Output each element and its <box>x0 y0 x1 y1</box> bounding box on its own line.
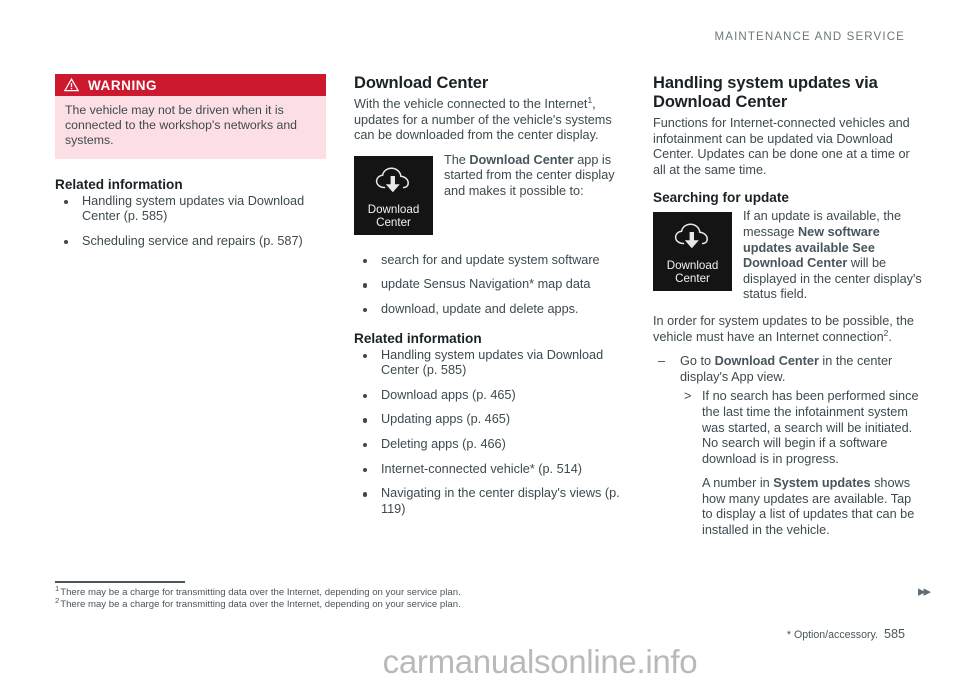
footnotes-block: 1There may be a charge for transmitting … <box>55 581 655 612</box>
warning-title: WARNING <box>88 77 158 93</box>
warning-triangle-icon <box>64 78 79 92</box>
download-center-app-tile-right[interactable]: Download Center <box>653 212 732 292</box>
figure-text-emphasis: Download Center <box>469 152 574 167</box>
download-center-intro: With the vehicle connected to the Intern… <box>354 96 625 144</box>
capabilities-list: search for and update system software up… <box>354 253 625 318</box>
warning-header: WARNING <box>55 74 326 96</box>
substep-note: A number in System updates shows how man… <box>680 476 924 538</box>
related-information-heading-left: Related information <box>55 176 183 192</box>
warning-box: WARNING The vehicle may not be driven wh… <box>55 74 326 159</box>
related-information-list-middle: Handling system updates via Download Cen… <box>354 348 625 518</box>
double-chevron-right-icon[interactable]: ▸▸ <box>918 582 931 600</box>
list-item[interactable]: Deleting apps (p. 466) <box>354 437 625 453</box>
searching-for-update-heading: Searching for update <box>653 190 789 206</box>
download-center-figure-block: Download Center The Download Center app … <box>354 153 625 241</box>
download-center-app-tile-middle[interactable]: Download Center <box>354 155 433 235</box>
cloud-download-icon <box>374 166 414 200</box>
option-accessory-note: * Option/accessory. <box>786 629 878 641</box>
searching-figure-block: Download Center If an update is availabl… <box>653 209 924 303</box>
page-columns: WARNING The vehicle may not be driven wh… <box>55 74 925 548</box>
footnote-marker: 2 <box>55 596 60 606</box>
footnote-divider <box>55 581 185 583</box>
list-item[interactable]: Download apps (p. 465) <box>354 388 625 404</box>
substep-item: If no search has been performed since th… <box>680 389 924 467</box>
section-title-download-center: Download Center <box>354 74 489 92</box>
footnote-text: There may be a charge for transmitting d… <box>60 599 461 611</box>
cloud-download-icon <box>673 222 713 256</box>
note-text-before: A number in <box>702 476 774 491</box>
page-footer: * Option/accessory. 585 <box>787 627 905 641</box>
list-item: update Sensus Navigation* map data <box>354 277 625 293</box>
column-left: WARNING The vehicle may not be driven wh… <box>55 74 326 548</box>
list-item: download, update and delete apps. <box>354 302 625 318</box>
list-item[interactable]: Scheduling service and repairs (p. 587) <box>55 234 326 250</box>
list-item[interactable]: Handling system updates via Download Cen… <box>55 194 326 225</box>
column-middle: Download Center With the vehicle connect… <box>354 74 625 548</box>
footnote-text: There may be a charge for transmitting d… <box>60 586 461 598</box>
step-substeps-list: If no search has been performed since th… <box>680 389 924 538</box>
note-text-emphasis: System updates <box>773 476 871 491</box>
app-tile-label-line2: Center <box>376 215 411 229</box>
internet-requirement-text: In order for system updates to be possib… <box>653 314 924 345</box>
list-item[interactable]: Internet-connected vehicle* (p. 514) <box>354 462 625 478</box>
column-right: Handling system updates via Download Cen… <box>653 74 924 548</box>
list-item[interactable]: Navigating in the center display's views… <box>354 486 625 517</box>
footnote-1: 1There may be a charge for transmitting … <box>55 583 655 600</box>
app-tile-label-right: Download Center <box>667 259 719 285</box>
list-item: search for and update system software <box>354 253 625 269</box>
app-tile-label-line2: Center <box>675 272 710 286</box>
app-tile-label-line1: Download <box>666 259 719 273</box>
running-header: MAINTENANCE AND SERVICE <box>714 31 905 43</box>
handling-updates-intro: Functions for Internet-connected vehicle… <box>653 116 910 177</box>
footnote-marker: 1 <box>55 583 60 593</box>
app-tile-label-line1: Download <box>367 202 420 216</box>
step-text-emphasis: Download Center <box>714 354 819 369</box>
requirement-text-after: . <box>888 329 892 344</box>
step-item-go-to-download-center[interactable]: Go to Download Center in the center disp… <box>653 354 924 539</box>
footnote-2: 2There may be a charge for transmitting … <box>55 596 655 612</box>
warning-body: The vehicle may not be driven when it is… <box>55 96 326 159</box>
page-number: 585 <box>883 627 905 641</box>
list-item[interactable]: Updating apps (p. 465) <box>354 412 625 428</box>
step-text-before: Go to <box>680 354 715 369</box>
app-tile-label-middle: Download Center <box>368 203 420 229</box>
update-steps-list: Go to Download Center in the center disp… <box>653 354 924 539</box>
requirement-text-before: In order for system updates to be possib… <box>653 313 914 344</box>
related-information-list-left: Handling system updates via Download Cen… <box>55 194 326 250</box>
intro-text-before: With the vehicle connected to the Intern… <box>354 97 588 111</box>
list-item[interactable]: Handling system updates via Download Cen… <box>354 348 625 379</box>
site-watermark: carmanualsonline.info <box>382 643 698 680</box>
related-information-heading-middle: Related information <box>354 330 482 346</box>
figure-text-before: The <box>444 152 470 167</box>
section-title-handling-updates: Handling system updates via Download Cen… <box>653 74 878 111</box>
